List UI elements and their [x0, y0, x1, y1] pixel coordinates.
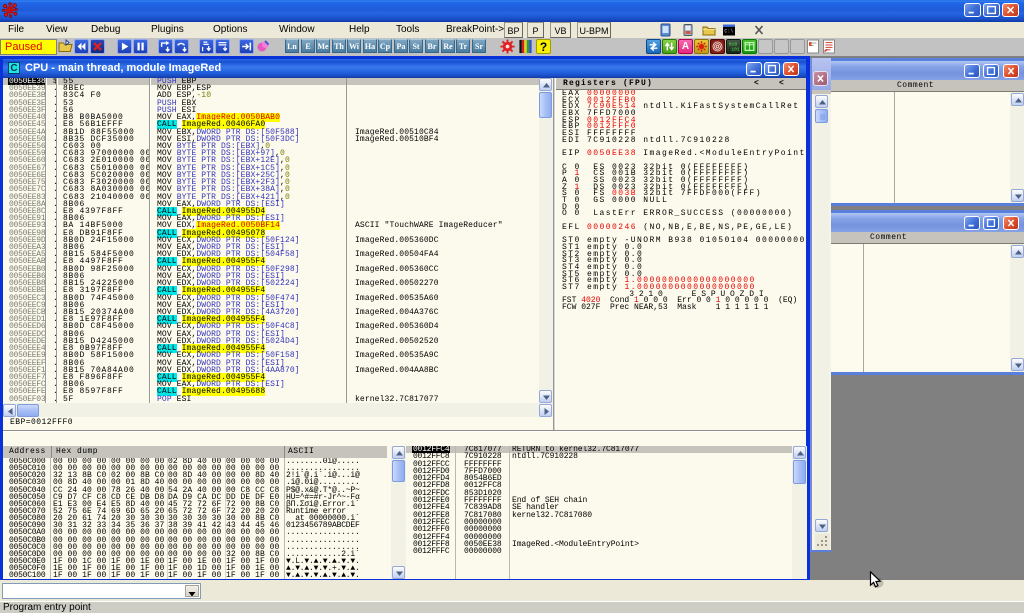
svg-text:010: 010 — [729, 42, 738, 48]
svg-text:101: 101 — [731, 47, 740, 53]
svg-text:C:\: C:\ — [724, 29, 733, 35]
